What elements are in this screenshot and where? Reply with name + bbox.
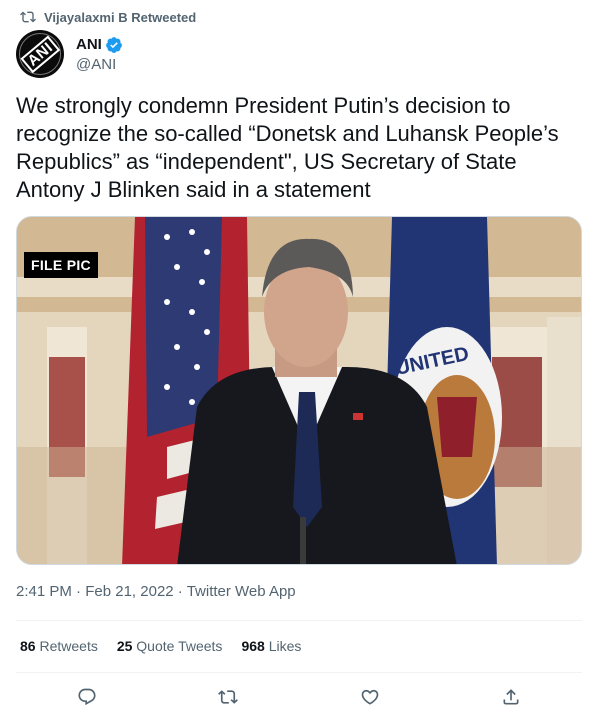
retweet-icon: [20, 11, 36, 23]
avatar-logo-text: ANI: [20, 35, 60, 73]
retweets-stat[interactable]: 86 Retweets: [20, 638, 98, 654]
tweet-media[interactable]: UNITED FILE PIC: [16, 216, 582, 565]
file-pic-badge: FILE PIC: [24, 252, 98, 278]
share-button[interactable]: [494, 680, 528, 714]
meta-separator: ·: [71, 583, 86, 600]
reply-button[interactable]: [70, 680, 104, 714]
divider: [16, 672, 582, 673]
author-info: ANI @ANI: [76, 36, 123, 73]
tweet-stats: 86 Retweets 25 Quote Tweets 968 Likes: [20, 638, 301, 654]
tweet-text: We strongly condemn President Putin’s de…: [16, 93, 559, 202]
likes-stat[interactable]: 968 Likes: [241, 638, 301, 654]
social-context-text: Vijayalaxmi B Retweeted: [44, 9, 197, 25]
avatar[interactable]: ANI: [16, 30, 64, 78]
quote-tweets-stat[interactable]: 25 Quote Tweets: [117, 638, 223, 654]
tweet-header: ANI ANI @ANI: [16, 30, 123, 78]
like-button[interactable]: [353, 680, 387, 714]
tweet-time[interactable]: 2:41 PM: [16, 583, 72, 600]
retweet-button[interactable]: [211, 680, 245, 714]
tweet-date[interactable]: Feb 21, 2022: [85, 583, 173, 600]
retweet-icon: [218, 690, 239, 704]
tweet-meta: 2:41 PM · Feb 21, 2022 · Twitter Web App: [16, 583, 296, 600]
meta-separator: ·: [173, 583, 187, 600]
reply-icon: [78, 688, 96, 706]
author-handle[interactable]: @ANI: [76, 56, 123, 73]
author-display-name[interactable]: ANI: [76, 36, 102, 53]
like-icon: [361, 689, 379, 705]
divider: [16, 620, 582, 621]
share-icon: [503, 689, 519, 705]
media-photo: UNITED: [17, 217, 581, 564]
verified-badge-icon: [105, 36, 122, 53]
social-context[interactable]: Vijayalaxmi B Retweeted: [20, 8, 196, 26]
tweet-actions: [16, 680, 582, 714]
tweet-source-app[interactable]: Twitter Web App: [187, 583, 296, 600]
